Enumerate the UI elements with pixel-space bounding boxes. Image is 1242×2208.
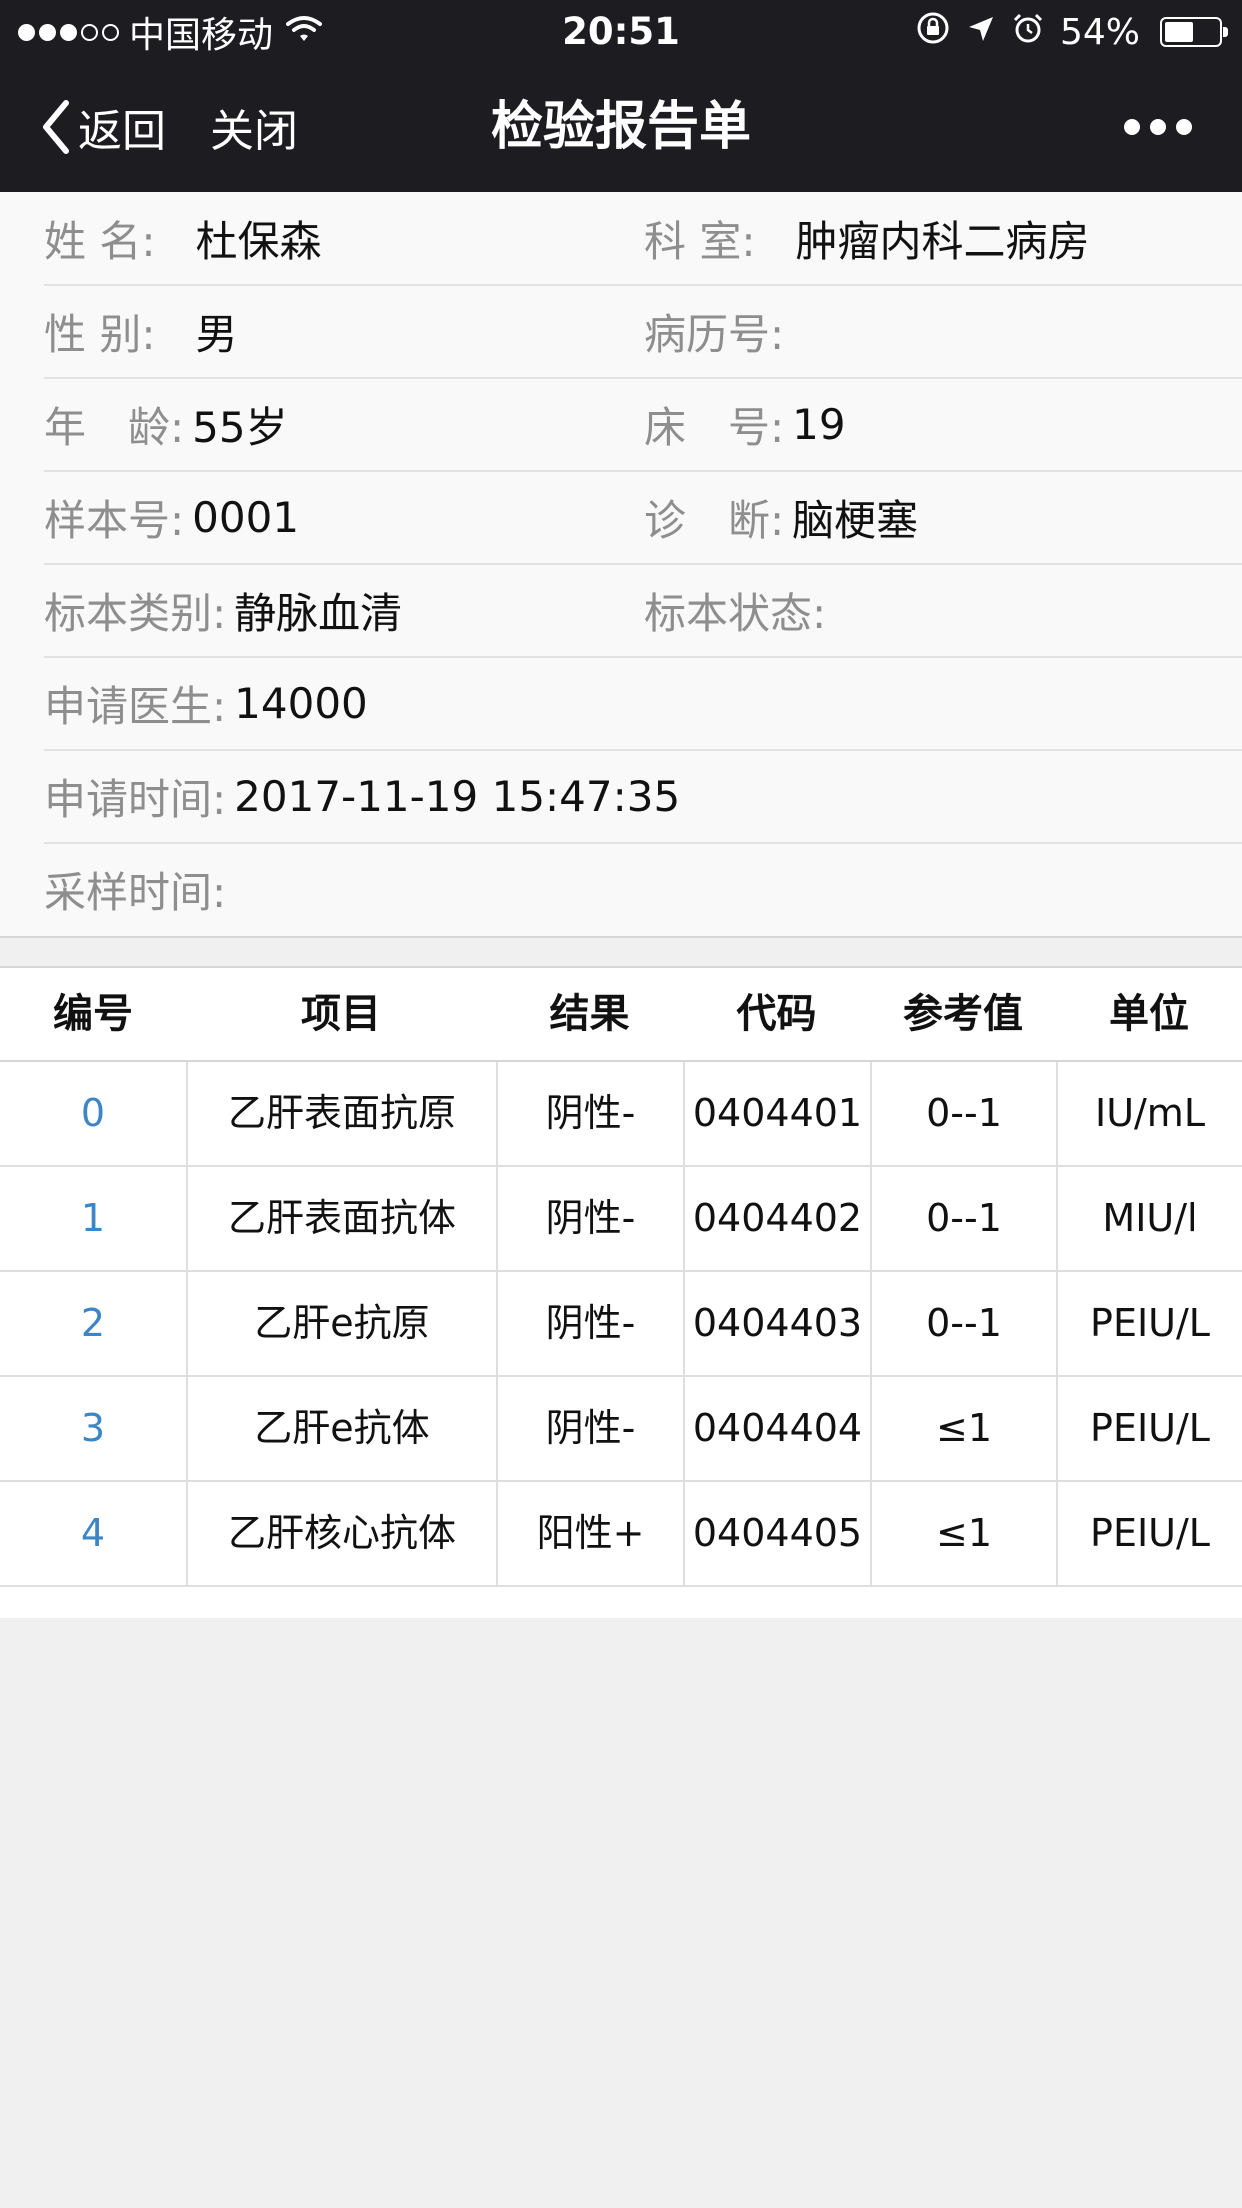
- bed-field: 床 号: 19: [644, 378, 846, 470]
- doctor-field: 申请医生: 14000: [44, 657, 368, 749]
- sample-time-field: 采样时间:: [44, 843, 234, 935]
- table-header: 编号 项目 结果 代码 参考值 单位: [0, 968, 1242, 1062]
- record-no-label: 病历号:: [644, 309, 785, 359]
- info-row: 采样时间:: [44, 843, 1242, 935]
- battery-percent: 54%: [1059, 11, 1140, 53]
- info-row: 姓 名: 杜保森 科 室: 肿瘤内科二病房: [44, 192, 1242, 286]
- specimen-status-label: 标本状态:: [644, 588, 827, 638]
- specimen-status-field: 标本状态:: [644, 564, 834, 656]
- row-reference: 0--1: [870, 1062, 1056, 1165]
- row-result: 阳性+: [496, 1482, 683, 1585]
- diagnosis-label: 诊 断:: [644, 495, 785, 545]
- sample-no-value: 0001: [192, 492, 300, 542]
- row-unit: PEIU/L: [1056, 1377, 1242, 1480]
- bed-label: 床 号:: [644, 402, 785, 452]
- info-row: 申请医生: 14000: [44, 657, 1242, 751]
- row-reference: ≤1: [870, 1482, 1056, 1585]
- info-row: 样本号: 0001 诊 断: 脑梗塞: [44, 471, 1242, 565]
- header-result: 结果: [549, 991, 630, 1037]
- name-field: 姓 名: 杜保森: [44, 192, 322, 284]
- gender-value: 男: [195, 309, 238, 359]
- info-row: 年 龄: 55岁 床 号: 19: [44, 378, 1242, 472]
- diagnosis-value: 脑梗塞: [792, 495, 919, 545]
- row-number[interactable]: 0: [0, 1062, 186, 1165]
- row-result: 阴性-: [496, 1377, 683, 1480]
- header-reference: 参考值: [903, 991, 1023, 1037]
- rotation-lock-icon: [916, 11, 950, 54]
- report-page: 中国移动 20:51 54% 返回 关闭 检验报告单 姓 名: 杜保森 科 室:…: [0, 0, 1242, 2208]
- name-label: 姓 名:: [44, 216, 156, 266]
- info-row: 申请时间: 2017-11-19 15:47:35: [44, 750, 1242, 844]
- row-result: 阴性-: [496, 1272, 683, 1375]
- table-row[interactable]: 1 乙肝表面抗体 阴性- 0404402 0--1 MIU/l: [0, 1167, 1242, 1272]
- row-result: 阴性-: [496, 1062, 683, 1165]
- patient-info-panel: 姓 名: 杜保森 科 室: 肿瘤内科二病房 性 别: 男 病历号: 年 龄: 5…: [0, 192, 1242, 938]
- gender-field: 性 别: 男: [44, 285, 238, 377]
- department-value: 肿瘤内科二病房: [795, 216, 1090, 266]
- table-row[interactable]: 2 乙肝e抗原 阴性- 0404403 0--1 PEIU/L: [0, 1272, 1242, 1377]
- table-row[interactable]: 3 乙肝e抗体 阴性- 0404404 ≤1 PEIU/L: [0, 1377, 1242, 1482]
- table-row[interactable]: 0 乙肝表面抗原 阴性- 0404401 0--1 IU/mL: [0, 1062, 1242, 1167]
- row-item: 乙肝e抗原: [186, 1272, 496, 1375]
- table-row[interactable]: 4 乙肝核心抗体 阳性+ 0404405 ≤1 PEIU/L: [0, 1482, 1242, 1587]
- row-number[interactable]: 4: [0, 1482, 186, 1585]
- gender-label: 性 别:: [44, 309, 156, 359]
- row-number[interactable]: 3: [0, 1377, 186, 1480]
- row-reference: 0--1: [870, 1272, 1056, 1375]
- age-label: 年 龄:: [44, 402, 185, 452]
- row-item: 乙肝表面抗体: [186, 1167, 496, 1270]
- row-code: 0404405: [683, 1482, 870, 1585]
- specimen-type-value: 静脉血清: [234, 588, 403, 638]
- department-field: 科 室: 肿瘤内科二病房: [644, 192, 1090, 284]
- more-options-button[interactable]: [1124, 92, 1192, 162]
- doctor-value: 14000: [234, 678, 368, 728]
- row-unit: PEIU/L: [1056, 1482, 1242, 1585]
- specimen-type-field: 标本类别: 静脉血清: [44, 564, 402, 656]
- department-label: 科 室:: [644, 216, 756, 266]
- header-code: 代码: [736, 991, 817, 1037]
- row-item: 乙肝表面抗原: [186, 1062, 496, 1165]
- row-number[interactable]: 2: [0, 1272, 186, 1375]
- specimen-type-label: 标本类别:: [44, 588, 227, 638]
- row-item: 乙肝核心抗体: [186, 1482, 496, 1585]
- request-time-label: 申请时间:: [44, 774, 227, 824]
- doctor-label: 申请医生:: [44, 681, 227, 731]
- row-unit: PEIU/L: [1056, 1272, 1242, 1375]
- name-value: 杜保森: [195, 216, 322, 266]
- row-number[interactable]: 1: [0, 1167, 186, 1270]
- more-dots-icon: [1124, 119, 1140, 135]
- row-reference: ≤1: [870, 1377, 1056, 1480]
- battery-icon: [1160, 17, 1228, 47]
- bed-value: 19: [792, 399, 846, 449]
- header-number: 编号: [53, 991, 133, 1037]
- age-field: 年 龄: 55岁: [44, 378, 288, 470]
- alarm-icon: [1012, 12, 1044, 53]
- sample-no-field: 样本号: 0001: [44, 471, 299, 563]
- request-time-value: 2017-11-19 15:47:35: [234, 771, 681, 821]
- location-arrow-icon: [966, 12, 996, 53]
- results-table: 编号 项目 结果 代码 参考值 单位 0 乙肝表面抗原 阴性- 0404401 …: [0, 966, 1242, 1618]
- record-no-field: 病历号:: [644, 285, 792, 377]
- diagnosis-field: 诊 断: 脑梗塞: [644, 471, 918, 563]
- row-unit: IU/mL: [1056, 1062, 1242, 1165]
- status-right: 54%: [916, 8, 1228, 56]
- top-bar: 中国移动 20:51 54% 返回 关闭 检验报告单: [0, 0, 1242, 192]
- page-title: 检验报告单: [490, 97, 751, 157]
- row-unit: MIU/l: [1056, 1167, 1242, 1270]
- request-time-field: 申请时间: 2017-11-19 15:47:35: [44, 750, 680, 842]
- row-code: 0404401: [683, 1062, 870, 1165]
- row-item: 乙肝e抗体: [186, 1377, 496, 1480]
- header-unit: 单位: [1109, 991, 1189, 1037]
- sample-time-label: 采样时间:: [44, 867, 227, 917]
- age-value: 55岁: [192, 402, 288, 452]
- row-code: 0404404: [683, 1377, 870, 1480]
- sample-no-label: 样本号:: [44, 495, 185, 545]
- row-code: 0404402: [683, 1167, 870, 1270]
- header-item: 项目: [301, 991, 381, 1037]
- info-row: 标本类别: 静脉血清 标本状态:: [44, 564, 1242, 658]
- info-row: 性 别: 男 病历号:: [44, 285, 1242, 379]
- row-reference: 0--1: [870, 1167, 1056, 1270]
- row-code: 0404403: [683, 1272, 870, 1375]
- row-result: 阴性-: [496, 1167, 683, 1270]
